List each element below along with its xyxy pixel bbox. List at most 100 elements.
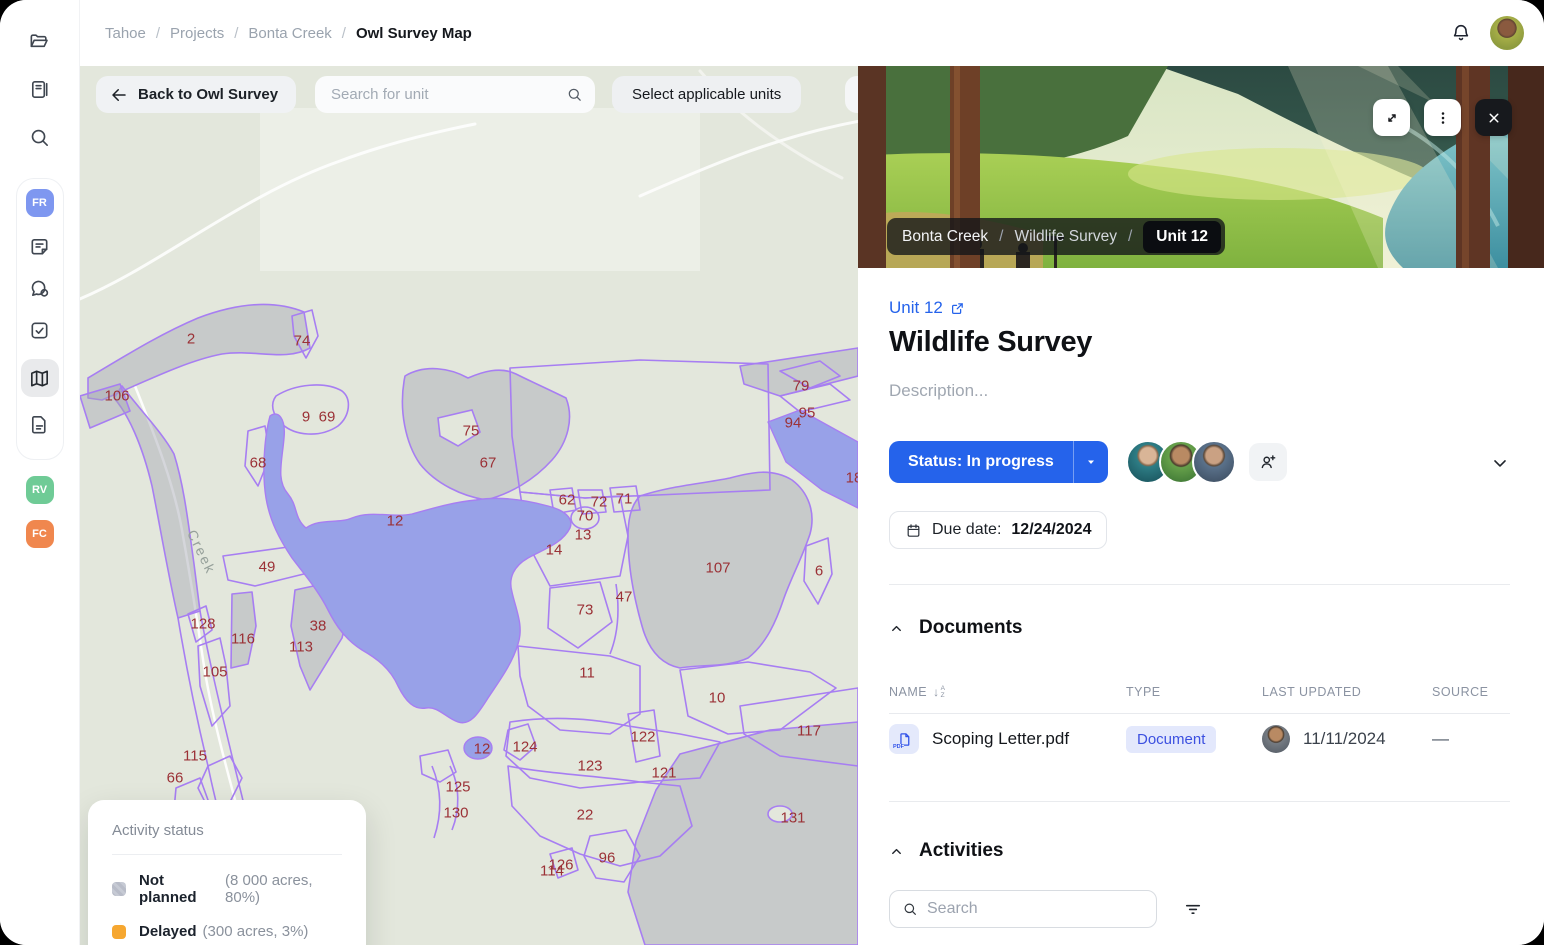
map-unit-74[interactable]: 74 [294,333,311,350]
map-unit-62[interactable]: 62 [559,492,576,509]
collapse-chevron-down-icon[interactable] [1490,453,1510,473]
panel-breadcrumb-wildlife-survey[interactable]: Wildlife Survey [1014,228,1117,246]
map-unit-106[interactable]: 106 [104,388,129,405]
documents-section-header[interactable]: Documents [889,617,1510,639]
map-unit-10[interactable]: 10 [709,690,726,707]
panel-breadcrumb-bonta-creek[interactable]: Bonta Creek [902,228,988,246]
map-unit-121[interactable]: 121 [651,765,676,782]
map-unit-124[interactable]: 124 [512,739,537,756]
map-unit-116[interactable]: 116 [231,631,255,648]
map-unit-13[interactable]: 13 [575,527,592,544]
map-unit-107[interactable]: 107 [705,560,730,577]
map-unit-22[interactable]: 22 [577,807,594,824]
back-button-label: Back to Owl Survey [138,86,278,103]
breadcrumb-bonta-creek[interactable]: Bonta Creek [248,25,331,42]
expand-icon[interactable] [1373,99,1410,136]
sort-az-icon[interactable]: ↓AZ [933,685,945,699]
projects-folder-icon[interactable] [27,28,53,54]
map-unit-113[interactable]: 113 [289,639,313,656]
map-unit-12[interactable]: 12 [387,513,404,530]
notes-icon[interactable] [27,233,53,259]
user-avatar[interactable] [1490,16,1524,50]
activities-search-input[interactable] [927,900,1144,918]
kebab-menu-icon[interactable] [1424,99,1461,136]
map-unit-11[interactable]: 11 [579,665,595,682]
breadcrumb-projects[interactable]: Projects [170,25,224,42]
map-unit-70[interactable]: 70 [577,508,594,525]
map-unit-66[interactable]: 66 [167,770,184,787]
status-dropdown-caret[interactable] [1074,441,1108,483]
map-unit-2[interactable]: 2 [187,331,195,348]
status-row: Status: In progress [889,439,1510,485]
document-name: Scoping Letter.pdf [932,729,1069,749]
map-unit-117[interactable]: 117 [797,723,821,740]
description-field[interactable]: Description... [889,381,1510,401]
add-assignee-button[interactable] [1249,443,1287,481]
map-unit-69[interactable]: 69 [319,409,336,426]
back-to-owl-survey-button[interactable]: Back to Owl Survey [96,76,296,113]
unit-search-field[interactable] [315,76,595,113]
due-date-field[interactable]: Due date: 12/24/2024 [889,511,1107,549]
search-icon[interactable] [27,124,53,150]
unit-search-input[interactable] [331,86,566,103]
map-unit-68[interactable]: 68 [250,455,267,472]
tasks-icon[interactable] [27,317,53,343]
col-last-updated[interactable]: LAST UPDATED [1262,685,1432,699]
library-icon[interactable] [27,76,53,102]
status-button[interactable]: Status: In progress [889,441,1108,483]
map-unit-71[interactable]: 71 [616,491,633,508]
legend-item-delayed: Delayed (300 acres, 3%) [112,923,342,940]
map-unit-123[interactable]: 123 [577,758,602,775]
map-unit-115[interactable]: 115 [183,748,207,765]
map-unit-73[interactable]: 73 [577,602,594,619]
map-unit-125[interactable]: 125 [445,779,470,796]
map-unit-67[interactable]: 67 [480,455,497,472]
survey-map[interactable]: Creek 2741069697568677995941862727170131… [80,66,858,945]
map-unit-105[interactable]: 105 [202,664,227,681]
chat-icon[interactable] [27,275,53,301]
col-type[interactable]: TYPE [1126,685,1262,699]
document-icon[interactable] [27,411,53,437]
map-unit-96[interactable]: 96 [599,850,616,867]
activities-search-field[interactable] [889,890,1157,928]
map-tab-selected[interactable] [21,359,59,397]
search-icon [566,86,583,103]
map-unit-38[interactable]: 38 [310,618,327,635]
map-unit-94[interactable]: 94 [785,415,802,432]
map-unit-130[interactable]: 130 [443,805,468,822]
filter-icon[interactable] [1183,899,1203,919]
breadcrumb-current: Owl Survey Map [356,25,472,42]
cover-actions [1373,99,1512,136]
map-toolbar: Back to Owl Survey Select applicable uni… [80,76,858,112]
workspace-avatar-fc[interactable]: FC [26,520,54,548]
map-unit-128[interactable]: 128 [190,616,215,633]
icon-sidebar: FR RV FC [0,0,80,945]
unit-12-link[interactable]: Unit 12 [889,298,965,318]
map-unit-12[interactable]: 12 [474,741,491,758]
select-applicable-units-button[interactable]: Select applicable units [612,76,801,113]
bell-icon[interactable] [1450,22,1472,44]
map-unit-114[interactable]: 114 [540,863,564,880]
map-unit-131[interactable]: 131 [780,810,805,827]
map-unit-75[interactable]: 75 [463,423,480,440]
workspace-avatar-rv[interactable]: RV [26,476,54,504]
assignee-avatar-3[interactable] [1192,440,1236,484]
clipped-toolbar-button[interactable] [845,76,858,113]
close-icon[interactable] [1475,99,1512,136]
map-unit-49[interactable]: 49 [259,559,276,576]
activities-section-header[interactable]: Activities [889,840,1510,862]
workspace-avatar-fr[interactable]: FR [26,189,54,217]
map-unit-47[interactable]: 47 [616,589,633,606]
map-unit-79[interactable]: 79 [793,378,810,395]
breadcrumb: Tahoe/ Projects/ Bonta Creek/ Owl Survey… [105,25,472,42]
col-name[interactable]: NAME [889,685,927,699]
col-source[interactable]: SOURCE [1432,685,1510,699]
panel-breadcrumb-unit-12[interactable]: Unit 12 [1143,221,1221,253]
map-unit-6[interactable]: 6 [815,563,823,580]
map-unit-18[interactable]: 18 [846,470,858,487]
document-row[interactable]: PDF Scoping Letter.pdf Document 11/11/20… [889,714,1510,764]
breadcrumb-tahoe[interactable]: Tahoe [105,25,146,42]
map-unit-122[interactable]: 122 [630,729,655,746]
map-unit-14[interactable]: 14 [546,542,563,559]
map-unit-9[interactable]: 9 [302,409,310,426]
